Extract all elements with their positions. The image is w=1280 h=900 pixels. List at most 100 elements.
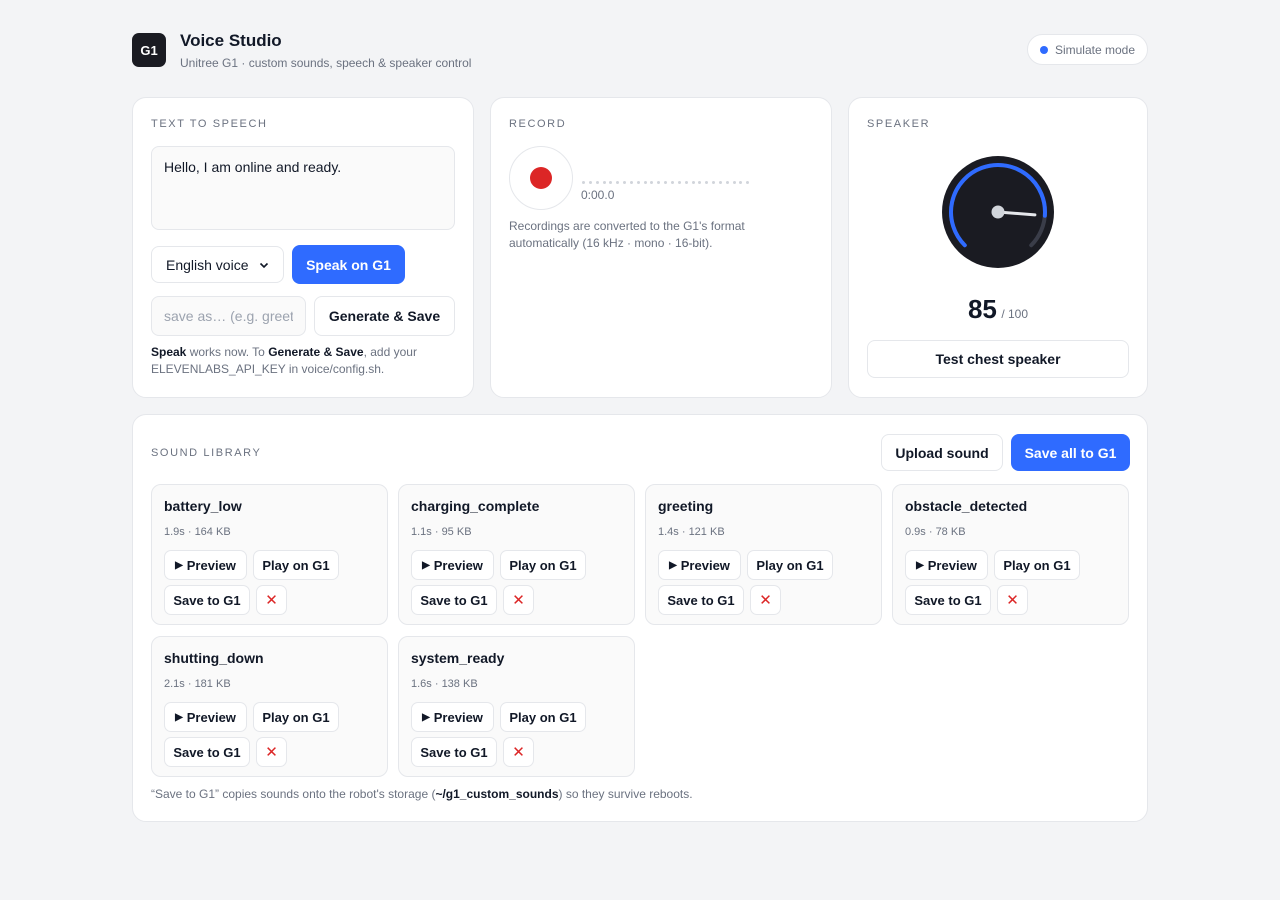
play-on-g1-button[interactable]: Play on G1 (500, 550, 586, 580)
library-note-path: ~/g1_custom_sounds (435, 787, 559, 801)
speak-button[interactable]: Speak on G1 (292, 245, 405, 284)
sound-meta: 0.9s · 78 KB (905, 526, 966, 538)
play-on-g1-button[interactable]: Play on G1 (253, 550, 339, 580)
tts-title: TEXT TO SPEECH (151, 118, 268, 130)
record-title: RECORD (509, 118, 567, 130)
library-note: “Save to G1” copies sounds onto the robo… (151, 787, 693, 801)
waveform-dot (588, 181, 592, 184)
upload-sound-button[interactable]: Upload sound (881, 434, 1003, 471)
record-dot-icon (530, 167, 552, 189)
waveform-dot (595, 181, 599, 184)
sound-meta: 1.1s · 95 KB (411, 526, 472, 538)
waveform-dot (657, 181, 661, 184)
play-on-g1-button[interactable]: Play on G1 (500, 702, 586, 732)
preview-label: Preview (433, 557, 483, 573)
volume-readout: 85 / 100 (849, 294, 1147, 325)
waveform-dot (602, 181, 606, 184)
play-icon: ▶ (916, 559, 924, 571)
speaker-title: SPEAKER (867, 118, 931, 130)
preview-button[interactable]: ▶ Preview (164, 550, 247, 580)
volume-value: 85 (967, 294, 997, 324)
preview-button[interactable]: ▶ Preview (905, 550, 988, 580)
simulate-mode-label: Simulate mode (1054, 42, 1135, 57)
waveform-dot (650, 181, 654, 184)
library-note-text-1: “Save to G1” copies sounds onto the robo… (151, 787, 436, 801)
app-logo: G1 (132, 33, 166, 67)
waveform-dot (698, 181, 702, 184)
library-title: SOUND LIBRARY (151, 447, 262, 459)
test-speaker-button[interactable]: Test chest speaker (867, 340, 1129, 378)
save-all-button[interactable]: Save all to G1 (1011, 434, 1130, 471)
waveform-dot (629, 181, 633, 184)
preview-button[interactable]: ▶ Preview (164, 702, 247, 732)
save-as-input[interactable] (151, 296, 306, 336)
delete-icon[interactable]: ✕ (256, 585, 287, 615)
waveform-dot (664, 181, 668, 184)
save-to-g1-button[interactable]: Save to G1 (164, 585, 250, 615)
record-time: 0:00.0 (581, 188, 615, 202)
voice-select[interactable]: English voice (151, 246, 284, 283)
play-icon: ▶ (669, 559, 677, 571)
sound-name: system_ready (411, 650, 505, 666)
sound-meta: 1.9s · 164 KB (164, 526, 231, 538)
sound-card: battery_low 1.9s · 164 KB ▶ Preview Play on … (151, 484, 388, 625)
delete-icon[interactable]: ✕ (503, 585, 534, 615)
save-to-g1-button[interactable]: Save to G1 (411, 737, 497, 767)
waveform-dot (623, 181, 627, 184)
tts-note: Speak works now. To Generate & Save, add… (151, 344, 456, 378)
tts-note-speak: Speak (151, 345, 187, 359)
save-to-g1-button[interactable]: Save to G1 (411, 585, 497, 615)
save-to-g1-button[interactable]: Save to G1 (658, 585, 744, 615)
sound-card: system_ready 1.6s · 138 KB ▶ Preview Play on… (398, 636, 635, 777)
waveform-dot (677, 181, 681, 184)
play-icon: ▶ (422, 559, 430, 571)
record-note: Recordings are converted to the G1's for… (509, 219, 745, 250)
waveform-dot (746, 181, 750, 184)
preview-button[interactable]: ▶ Preview (658, 550, 741, 580)
tts-note-text-1: works now. To (186, 345, 269, 359)
play-icon: ▶ (175, 711, 183, 723)
save-to-g1-button[interactable]: Save to G1 (905, 585, 991, 615)
preview-label: Preview (186, 709, 236, 725)
play-on-g1-button[interactable]: Play on G1 (747, 550, 833, 580)
play-on-g1-button[interactable]: Play on G1 (253, 702, 339, 732)
waveform-dot (636, 181, 640, 184)
waveform-dot (732, 181, 736, 184)
sound-card: shutting_down 2.1s · 181 KB ▶ Preview Play o… (151, 636, 388, 777)
play-icon: ▶ (175, 559, 183, 571)
library-card: SOUND LIBRARY Upload sound Save all to G… (132, 414, 1148, 822)
volume-gauge[interactable] (941, 155, 1055, 269)
record-button[interactable] (509, 146, 573, 210)
preview-label: Preview (186, 557, 236, 573)
header: G1 Voice Studio Unitree G1 · custom soun… (132, 30, 1148, 70)
play-icon: ▶ (422, 711, 430, 723)
waveform-dot (725, 181, 729, 184)
delete-icon[interactable]: ✕ (997, 585, 1028, 615)
volume-max: / 100 (1001, 307, 1029, 321)
waveform-dot (643, 181, 647, 184)
save-to-g1-button[interactable]: Save to G1 (164, 737, 250, 767)
preview-label: Preview (927, 557, 977, 573)
preview-label: Preview (433, 709, 483, 725)
sound-card: obstacle_detected 0.9s · 78 KB ▶ Preview Pla… (892, 484, 1129, 625)
tts-note-generate: Generate & Save (268, 345, 364, 359)
waveform-dot (582, 181, 585, 184)
record-card: RECORD 0:00.0 Recordings are converted t… (490, 97, 832, 398)
preview-label: Preview (680, 557, 730, 573)
chevron-down-icon (259, 262, 269, 268)
delete-icon[interactable]: ✕ (503, 737, 534, 767)
sound-name: greeting (658, 498, 714, 514)
sound-meta: 1.4s · 121 KB (658, 526, 725, 538)
generate-save-button[interactable]: Generate & Save (314, 296, 455, 336)
simulate-mode-toggle[interactable]: Simulate mode (1026, 34, 1148, 65)
waveform-dot (739, 181, 743, 184)
delete-icon[interactable]: ✕ (750, 585, 781, 615)
delete-icon[interactable]: ✕ (256, 737, 287, 767)
preview-button[interactable]: ▶ Preview (411, 702, 494, 732)
tts-text-input[interactable] (151, 146, 455, 230)
play-on-g1-button[interactable]: Play on G1 (994, 550, 1080, 580)
waveform-dot (712, 181, 716, 184)
waveform-dot (718, 181, 722, 184)
waveform-dot (705, 181, 709, 184)
preview-button[interactable]: ▶ Preview (411, 550, 494, 580)
